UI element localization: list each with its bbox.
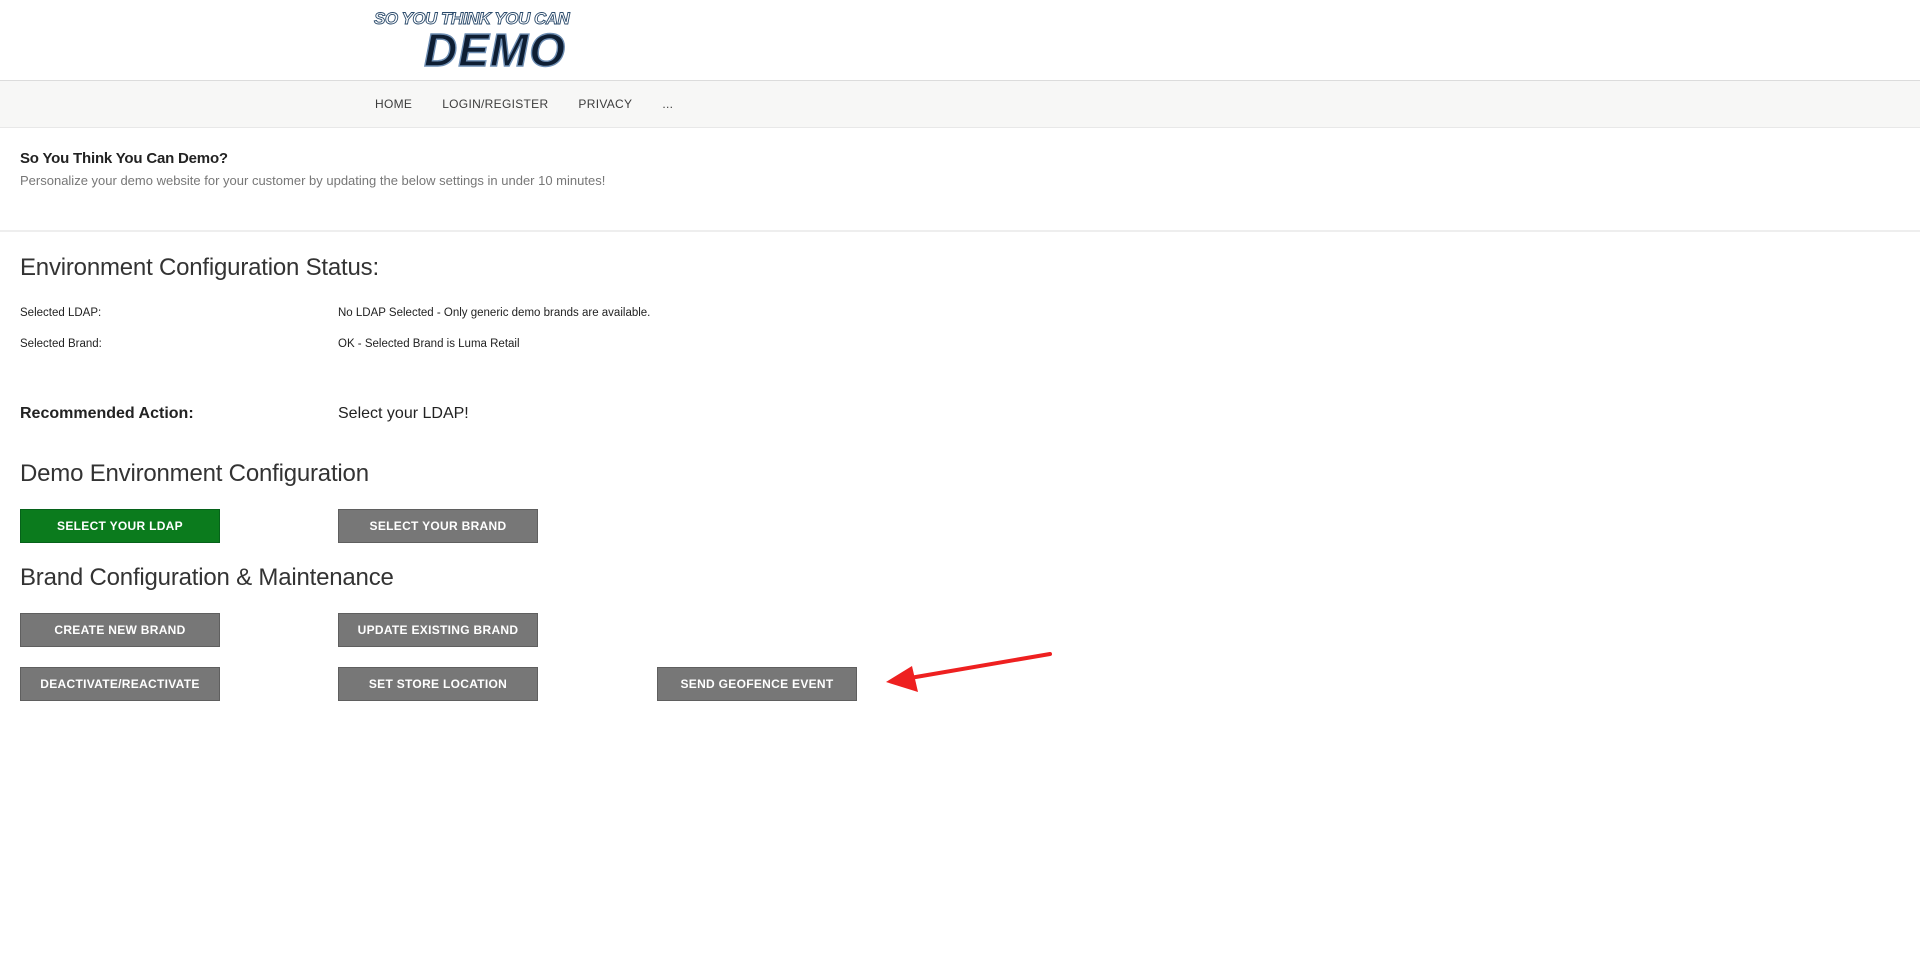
- site-logo[interactable]: SO YOU THINK YOU CAN DEMO: [372, 6, 598, 74]
- recommended-action-value: Select your LDAP!: [338, 405, 469, 422]
- select-ldap-button[interactable]: SELECT YOUR LDAP: [20, 509, 220, 543]
- section-divider: [0, 230, 1920, 232]
- nav-home[interactable]: HOME: [375, 97, 412, 111]
- nav-login-register[interactable]: LOGIN/REGISTER: [442, 97, 548, 111]
- create-new-brand-button[interactable]: CREATE NEW BRAND: [20, 613, 220, 647]
- update-existing-brand-button[interactable]: UPDATE EXISTING BRAND: [338, 613, 538, 647]
- nav-more[interactable]: ...: [662, 97, 673, 111]
- intro-subtitle: Personalize your demo website for your c…: [20, 173, 606, 188]
- deactivate-reactivate-button[interactable]: DEACTIVATE/REACTIVATE: [20, 667, 220, 701]
- set-store-location-button[interactable]: SET STORE LOCATION: [338, 667, 538, 701]
- nav-privacy[interactable]: PRIVACY: [578, 97, 632, 111]
- red-arrow-icon: [884, 650, 1054, 695]
- brand-config-heading: Brand Configuration & Maintenance: [20, 564, 394, 591]
- arrow-head: [886, 666, 918, 692]
- site-header: SO YOU THINK YOU CAN DEMO: [0, 0, 1920, 81]
- ldap-status-value: No LDAP Selected - Only generic demo bra…: [338, 307, 651, 319]
- intro-title: So You Think You Can Demo?: [20, 150, 228, 167]
- red-arrow-graphic: [886, 652, 1052, 692]
- status-heading: Environment Configuration Status:: [20, 254, 379, 281]
- select-brand-button[interactable]: SELECT YOUR BRAND: [338, 509, 538, 543]
- site-logo-graphic: SO YOU THINK YOU CAN DEMO: [374, 9, 572, 74]
- arrow-shaft: [908, 652, 1052, 680]
- brand-status-value: OK - Selected Brand is Luma Retail: [338, 338, 520, 350]
- main-navbar: HOME LOGIN/REGISTER PRIVACY ...: [0, 81, 1920, 128]
- nav-list: HOME LOGIN/REGISTER PRIVACY ...: [375, 81, 703, 127]
- send-geofence-event-button[interactable]: SEND GEOFENCE EVENT: [657, 667, 857, 701]
- ldap-status-label: Selected LDAP:: [20, 307, 102, 319]
- logo-word: DEMO: [424, 24, 566, 74]
- recommended-action-label: Recommended Action:: [20, 405, 194, 422]
- env-config-heading: Demo Environment Configuration: [20, 460, 369, 487]
- intro-block: So You Think You Can Demo? Personalize y…: [20, 150, 1900, 188]
- brand-status-label: Selected Brand:: [20, 338, 102, 350]
